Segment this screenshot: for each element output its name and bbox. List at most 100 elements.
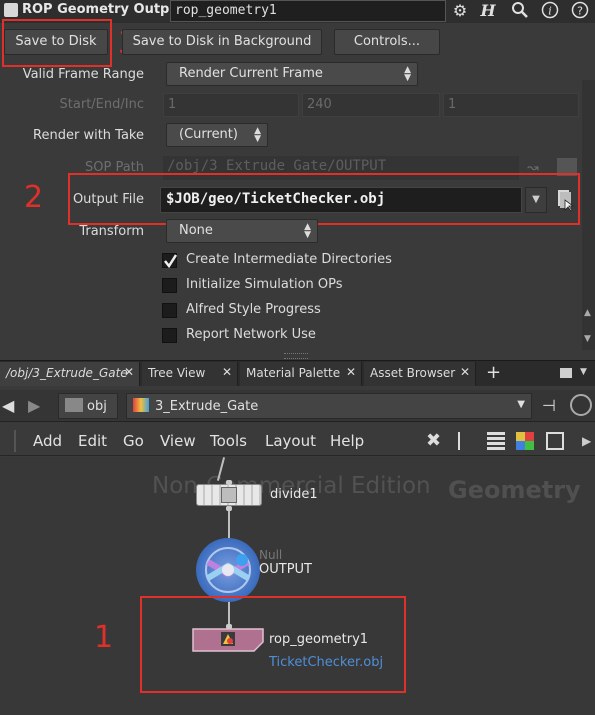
null-node-icon	[205, 547, 251, 593]
menu-add[interactable]: Add	[33, 432, 62, 450]
tree-icon[interactable]	[458, 432, 474, 450]
output-file-label: Output File	[72, 192, 144, 207]
output-file-dropdown-icon[interactable]: ▼	[525, 187, 547, 213]
report-network-label: Report Network Use	[186, 327, 316, 342]
divide-node[interactable]	[196, 484, 262, 506]
transform-value: None	[179, 223, 213, 238]
scroll-up-icon[interactable]: ▲	[584, 308, 591, 318]
pin-icon[interactable]: ⊣	[542, 396, 556, 415]
divide-output-port[interactable]	[226, 506, 232, 511]
divide-node-icon	[221, 487, 237, 503]
divide-node-label: divide1	[270, 487, 318, 502]
tab-tree-view[interactable]: Tree View ✕	[142, 362, 238, 386]
rop-output-file-label: TicketChecker.obj	[269, 655, 384, 670]
menu-arrows-icon: ▲ ▼	[304, 222, 311, 240]
create-dirs-label: Create Intermediate Directories	[186, 252, 392, 267]
menubar-grip	[14, 430, 16, 452]
menu-arrows-icon: ▲ ▼	[404, 65, 411, 83]
op-type-title: ROP Geometry Output	[22, 2, 185, 17]
node-name-input[interactable]: rop_geometry1	[170, 0, 446, 22]
close-icon[interactable]: ✕	[346, 365, 356, 379]
transform-label: Transform	[79, 224, 144, 239]
init-sim-label: Initialize Simulation OPs	[186, 277, 343, 292]
start-frame-field[interactable]: 1	[163, 93, 299, 117]
wire-divide-output	[228, 508, 230, 540]
geometry-node-icon	[133, 398, 149, 412]
forward-icon[interactable]: ▶	[28, 396, 40, 415]
search-icon[interactable]	[510, 1, 530, 21]
render-with-take-label: Render with Take	[33, 128, 144, 143]
inc-frame-field[interactable]: 1	[443, 93, 579, 117]
gear-icon[interactable]: ⚙	[450, 1, 470, 21]
tab-asset-browser-label: Asset Browser	[370, 366, 456, 380]
tools-wrench-icon[interactable]: ✖	[426, 430, 441, 451]
file-browse-icon[interactable]	[556, 188, 575, 212]
menu-tools[interactable]: Tools	[210, 432, 247, 450]
close-icon[interactable]: ✕	[460, 365, 470, 379]
close-icon[interactable]: ✕	[124, 365, 134, 379]
tab-network[interactable]: /obj/3_Extrude_Gate ✕	[0, 362, 140, 386]
houdini-help-icon[interactable]: H	[478, 1, 498, 21]
svg-text:i: i	[548, 5, 552, 18]
menu-edit[interactable]: Edit	[78, 432, 107, 450]
pane-menu-icon[interactable]: ▼	[580, 367, 587, 377]
tab-material-palette[interactable]: Material Palette ✕	[240, 362, 362, 386]
transform-menu[interactable]: None ▲ ▼	[166, 219, 318, 243]
path-crumb-obj-label: obj	[87, 399, 107, 414]
valid-frame-range-menu[interactable]: Render Current Frame ▲ ▼	[166, 62, 418, 86]
maximize-pane-icon[interactable]	[560, 368, 572, 378]
path-crumb-obj[interactable]: obj	[58, 393, 118, 419]
valid-frame-range-value: Render Current Frame	[179, 66, 323, 81]
start-end-inc-label: Start/End/Inc	[59, 97, 144, 112]
scroll-down-icon[interactable]: ▼	[584, 334, 591, 344]
link-toggle-icon[interactable]	[570, 394, 592, 416]
annotation-number-1: 1	[94, 620, 114, 655]
divide-input-port[interactable]	[226, 480, 232, 485]
annotation-box-3	[2, 19, 112, 67]
controls-button[interactable]: Controls...	[334, 29, 440, 55]
info-icon[interactable]: i	[540, 1, 560, 21]
init-sim-checkbox[interactable]	[162, 278, 177, 293]
menubar-more-icon[interactable]: ▶	[582, 434, 591, 448]
tab-asset-browser[interactable]: Asset Browser ✕	[364, 362, 476, 386]
add-tab-icon[interactable]: +	[486, 362, 501, 383]
rop-icon	[4, 3, 18, 17]
pane-resize-handle[interactable]	[284, 353, 308, 359]
menu-view[interactable]: View	[160, 432, 196, 450]
output-null-node[interactable]	[196, 538, 260, 602]
alfred-progress-label: Alfred Style Progress	[186, 302, 321, 317]
color-palette-icon[interactable]	[516, 432, 534, 450]
obj-context-icon	[65, 398, 83, 412]
rop-geometry-node[interactable]	[192, 628, 264, 652]
output-node-label: OUTPUT	[259, 562, 312, 577]
menu-arrows-icon: ▲ ▼	[254, 126, 261, 144]
create-dirs-checkbox[interactable]	[162, 253, 178, 269]
rop-input-port[interactable]	[226, 624, 232, 629]
end-frame-field[interactable]: 240	[302, 93, 440, 117]
tab-tree-view-label: Tree View	[148, 366, 206, 380]
render-with-take-menu[interactable]: (Current) ▲ ▼	[166, 123, 268, 147]
render-with-take-value: (Current)	[179, 127, 238, 142]
report-network-checkbox[interactable]	[162, 328, 177, 343]
rop-node-label: rop_geometry1	[269, 632, 369, 647]
tab-material-palette-label: Material Palette	[246, 366, 341, 380]
menu-help[interactable]: Help	[330, 432, 364, 450]
path-dropdown-icon[interactable]: ▼	[517, 399, 525, 410]
menu-layout[interactable]: Layout	[265, 432, 316, 450]
save-to-disk-background-button[interactable]: Save to Disk in Background	[122, 29, 322, 55]
back-icon[interactable]: ◀	[2, 396, 14, 415]
menu-go[interactable]: Go	[123, 432, 144, 450]
path-crumb-current-label: 3_Extrude_Gate	[155, 399, 259, 414]
output-node-type: Null	[259, 548, 283, 562]
list-view-icon[interactable]	[487, 432, 505, 450]
close-icon[interactable]: ✕	[222, 365, 232, 379]
svg-text:?: ?	[577, 5, 583, 18]
alfred-progress-checkbox[interactable]	[162, 303, 177, 318]
path-crumb-current[interactable]: 3_Extrude_Gate ▼	[126, 393, 532, 419]
network-context-label: Geometry	[448, 476, 581, 504]
output-file-input[interactable]: $JOB/geo/TicketChecker.obj	[160, 187, 522, 213]
valid-frame-range-label: Valid Frame Range	[22, 67, 144, 82]
grid-icon[interactable]	[546, 432, 564, 450]
tab-network-label: /obj/3_Extrude_Gate	[6, 366, 128, 380]
help-icon[interactable]: ?	[570, 1, 590, 21]
